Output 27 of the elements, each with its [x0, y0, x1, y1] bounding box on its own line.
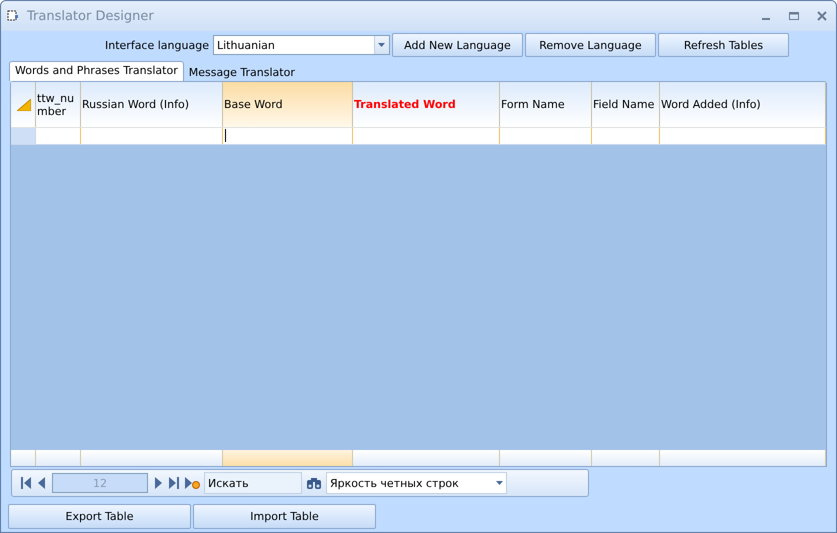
next-icon[interactable] — [152, 476, 164, 490]
language-label: Interface language — [105, 38, 209, 52]
sort-triangle-icon — [16, 98, 30, 110]
table-cell[interactable] — [223, 128, 353, 144]
window-title: Translator Designer — [27, 8, 154, 24]
caret-icon — [496, 481, 502, 485]
language-dropdown[interactable]: Lithuanian — [212, 35, 390, 55]
binoculars-icon[interactable] — [306, 476, 322, 490]
close-icon[interactable] — [816, 10, 828, 22]
previous-icon[interactable] — [36, 476, 48, 490]
action-button[interactable]: Import Table — [193, 504, 376, 529]
toolbar-button[interactable]: Refresh Tables — [658, 33, 789, 57]
toolbar-button[interactable]: Remove Language — [524, 33, 656, 57]
action-button[interactable]: Export Table — [8, 504, 191, 529]
text-cursor — [225, 129, 226, 142]
search-field[interactable]: Искать — [204, 472, 302, 494]
new-record-icon[interactable] — [184, 476, 200, 490]
tab[interactable]: Words and Phrases Translator — [9, 61, 184, 81]
row-brightness-dropdown[interactable]: Яркость четных строк — [326, 472, 507, 494]
maximize-icon[interactable] — [788, 10, 800, 22]
toolbar-button[interactable]: Add New Language — [392, 33, 523, 57]
tab[interactable]: Message Translator — [184, 64, 300, 81]
column-header[interactable]: Base Word — [223, 82, 353, 127]
last-icon[interactable] — [168, 476, 180, 490]
caret-icon — [378, 43, 386, 47]
first-icon[interactable] — [20, 476, 32, 490]
app-icon — [7, 10, 19, 22]
